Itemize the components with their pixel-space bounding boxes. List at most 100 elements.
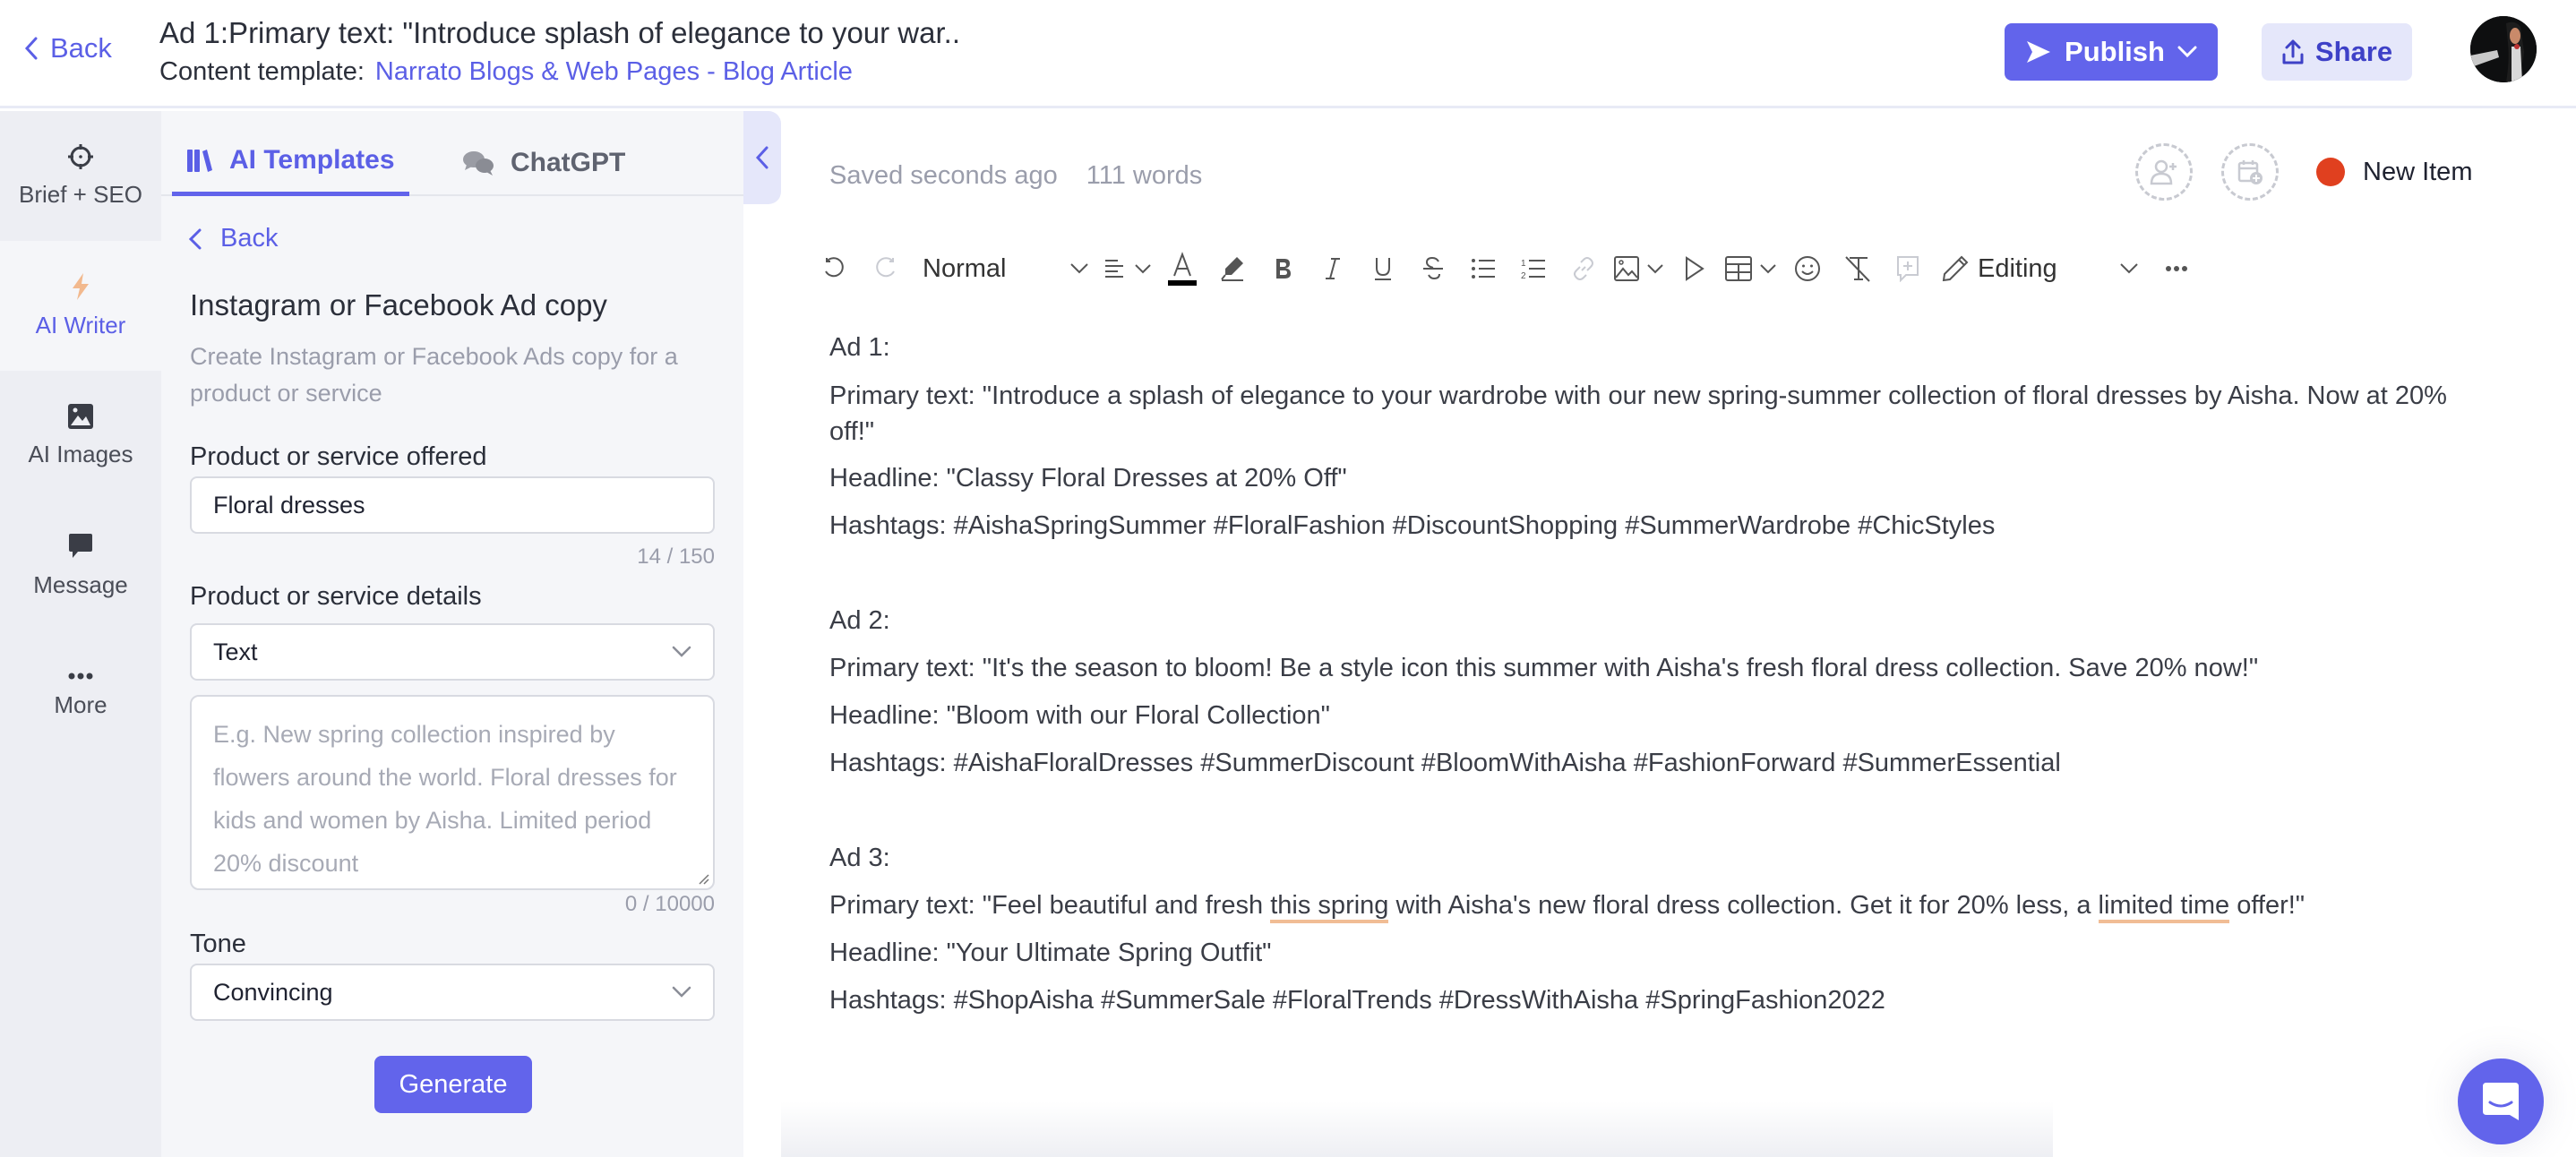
- insert-image-button[interactable]: [1609, 244, 1670, 294]
- sidebar-label: Brief + SEO: [19, 181, 142, 208]
- status-dot: [2316, 158, 2345, 186]
- bold-button[interactable]: [1258, 244, 1308, 294]
- clear-formatting-button[interactable]: [1833, 244, 1883, 294]
- tab-chatgpt[interactable]: ChatGPT: [462, 129, 625, 196]
- sidebar-item-ai-images[interactable]: AI Images: [0, 371, 161, 501]
- bottom-shadow: [781, 1101, 2053, 1157]
- chevron-down-icon: [1647, 264, 1663, 274]
- back-label: Back: [50, 32, 112, 64]
- italic-button[interactable]: [1308, 244, 1358, 294]
- add-comment-button[interactable]: [1883, 244, 1933, 294]
- details-textarea[interactable]: E.g. New spring collection inspired by f…: [190, 695, 715, 890]
- spellcheck-flag[interactable]: this spring: [1270, 891, 1389, 923]
- sidebar-item-brief-seo[interactable]: Brief + SEO: [0, 111, 161, 241]
- tab-ai-templates[interactable]: AI Templates: [172, 129, 409, 196]
- ad-hashtags: Hashtags: #ShopAisha #SummerSale #Floral…: [829, 986, 1885, 1015]
- crosshair-icon: [68, 144, 93, 169]
- publish-button[interactable]: Publish: [2005, 23, 2218, 81]
- top-header: Back Ad 1:Primary text: "Introduce splas…: [0, 0, 2576, 108]
- redo-icon: [876, 257, 895, 278]
- smiley-icon: [1795, 256, 1820, 281]
- emoji-button[interactable]: [1782, 244, 1833, 294]
- left-sidebar: Brief + SEO AI Writer AI Images Message …: [0, 111, 161, 1157]
- ad-primary-text: Primary text: "Introduce a splash of ele…: [829, 381, 2447, 446]
- chevron-down-icon: [1760, 264, 1776, 274]
- schedule-button[interactable]: [2221, 143, 2279, 201]
- redo-button[interactable]: [860, 244, 910, 294]
- books-icon: [187, 150, 212, 172]
- tab-label: ChatGPT: [511, 147, 626, 177]
- image-icon: [68, 404, 93, 429]
- send-icon: [2027, 41, 2051, 63]
- status-label[interactable]: New Item: [2363, 158, 2472, 187]
- details-char-counter: 0 / 10000: [624, 892, 715, 916]
- template-title: Instagram or Facebook Ad copy: [190, 288, 607, 321]
- chat-bubbles-icon: [463, 150, 494, 176]
- template-description: Create Instagram or Facebook Ads copy fo…: [190, 343, 678, 407]
- underline-icon: [1375, 258, 1391, 280]
- paragraph-style-select[interactable]: Normal: [910, 244, 1098, 294]
- numbered-list-button[interactable]: 12: [1508, 244, 1558, 294]
- save-status-row: Saved seconds ago 111 words: [829, 161, 1202, 191]
- link-button[interactable]: [1558, 244, 1609, 294]
- pencil-icon: [1942, 255, 1969, 282]
- tone-value: Convincing: [213, 978, 333, 1006]
- saved-status: Saved seconds ago: [829, 161, 1058, 190]
- content-template-prefix: Content template:: [159, 57, 365, 86]
- chevron-left-icon: [24, 37, 38, 60]
- more-options-button[interactable]: [2151, 244, 2202, 294]
- strikethrough-button[interactable]: [1408, 244, 1458, 294]
- sidebar-item-more[interactable]: More: [0, 630, 161, 760]
- bulleted-list-button[interactable]: [1458, 244, 1508, 294]
- details-type-select[interactable]: Text: [190, 623, 715, 681]
- sidebar-item-message[interactable]: Message: [0, 501, 161, 630]
- sidebar-label: Message: [33, 571, 128, 598]
- collapse-panel-button[interactable]: [743, 111, 781, 204]
- product-label: Product or service offered: [190, 442, 487, 471]
- more-horizontal-icon: [2166, 266, 2187, 271]
- tone-select[interactable]: Convincing: [190, 964, 715, 1021]
- support-chat-button[interactable]: [2458, 1058, 2544, 1144]
- editing-mode-select[interactable]: Editing: [1933, 244, 2148, 294]
- share-button[interactable]: Share: [2262, 23, 2412, 81]
- panel-back-label: Back: [220, 224, 279, 253]
- chevron-down-icon: [1135, 264, 1151, 274]
- share-label: Share: [2314, 36, 2393, 67]
- sidebar-label: AI Images: [28, 441, 133, 467]
- assign-user-button[interactable]: [2135, 143, 2193, 201]
- undo-button[interactable]: [810, 244, 860, 294]
- product-input[interactable]: Floral dresses: [190, 476, 715, 534]
- resize-handle-icon[interactable]: [697, 872, 709, 885]
- panel-tabs: AI Templates ChatGPT: [161, 111, 743, 196]
- text-segment: Primary text: "Feel beautiful and fresh: [829, 891, 1271, 920]
- ad-heading: Ad 2:: [829, 606, 890, 635]
- panel-back-button[interactable]: Back: [188, 224, 278, 253]
- product-char-counter: 14 / 150: [637, 544, 715, 569]
- insert-table-button[interactable]: [1720, 244, 1782, 294]
- highlight-button[interactable]: [1207, 244, 1258, 294]
- back-button[interactable]: Back: [23, 32, 112, 64]
- generate-button[interactable]: Generate: [374, 1056, 532, 1113]
- ad-headline: Headline: "Bloom with our Floral Collect…: [829, 701, 1330, 730]
- insert-media-button[interactable]: [1670, 244, 1720, 294]
- font-color-button[interactable]: [1157, 244, 1207, 294]
- details-placeholder: E.g. New spring collection inspired by f…: [213, 721, 677, 877]
- align-button[interactable]: [1098, 244, 1157, 294]
- play-icon: [1686, 256, 1704, 281]
- document-title[interactable]: Ad 1:Primary text: "Introduce splash of …: [159, 16, 960, 50]
- message-icon: [69, 534, 92, 558]
- add-user-icon: [2150, 159, 2177, 185]
- chevron-down-icon: [2120, 263, 2138, 274]
- ad-hashtags: Hashtags: #AishaSpringSummer #FloralFash…: [829, 511, 1996, 540]
- user-avatar[interactable]: [2470, 16, 2537, 82]
- sidebar-item-ai-writer[interactable]: AI Writer: [0, 241, 161, 371]
- content-template-link[interactable]: Narrato Blogs & Web Pages - Blog Article: [375, 57, 853, 86]
- avatar-photo: [2470, 16, 2537, 82]
- svg-text:1: 1: [1521, 259, 1526, 269]
- text-segment: offer!": [2229, 891, 2306, 920]
- underline-button[interactable]: [1358, 244, 1408, 294]
- word-count: 111 words: [1086, 161, 1203, 190]
- spellcheck-flag[interactable]: limited time: [2098, 891, 2230, 923]
- document-content[interactable]: Ad 1: Primary text: "Introduce a splash …: [829, 324, 2460, 1024]
- ad-heading: Ad 1:: [829, 333, 890, 362]
